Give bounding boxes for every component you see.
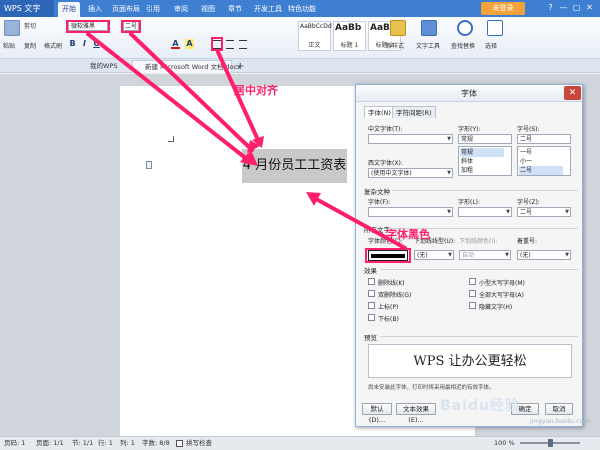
status-column: 列: 1: [120, 439, 135, 447]
zoom-slider-handle[interactable]: [548, 439, 553, 447]
spellcheck-icon[interactable]: [176, 440, 183, 447]
font-black-annotation: 字体黑色: [386, 228, 430, 241]
annotation-arrows: [86, 32, 407, 250]
zoom-level: 100 %: [494, 439, 515, 447]
status-word-count: 字数: 8/8: [142, 439, 170, 447]
watermark: Baidu经验: [440, 398, 520, 414]
status-pages: 页面: 1/1: [36, 439, 64, 447]
watermark-url: jingyan.baidu.com: [530, 417, 590, 425]
status-section: 节: 1/1: [72, 439, 94, 447]
status-row: 行: 1: [98, 439, 113, 447]
center-align-annotation: 居中对齐: [234, 84, 278, 97]
arrow-line: [86, 32, 250, 162]
status-spellcheck[interactable]: 拼写检查: [186, 437, 212, 449]
status-page-number: 页码: 1: [4, 439, 26, 447]
